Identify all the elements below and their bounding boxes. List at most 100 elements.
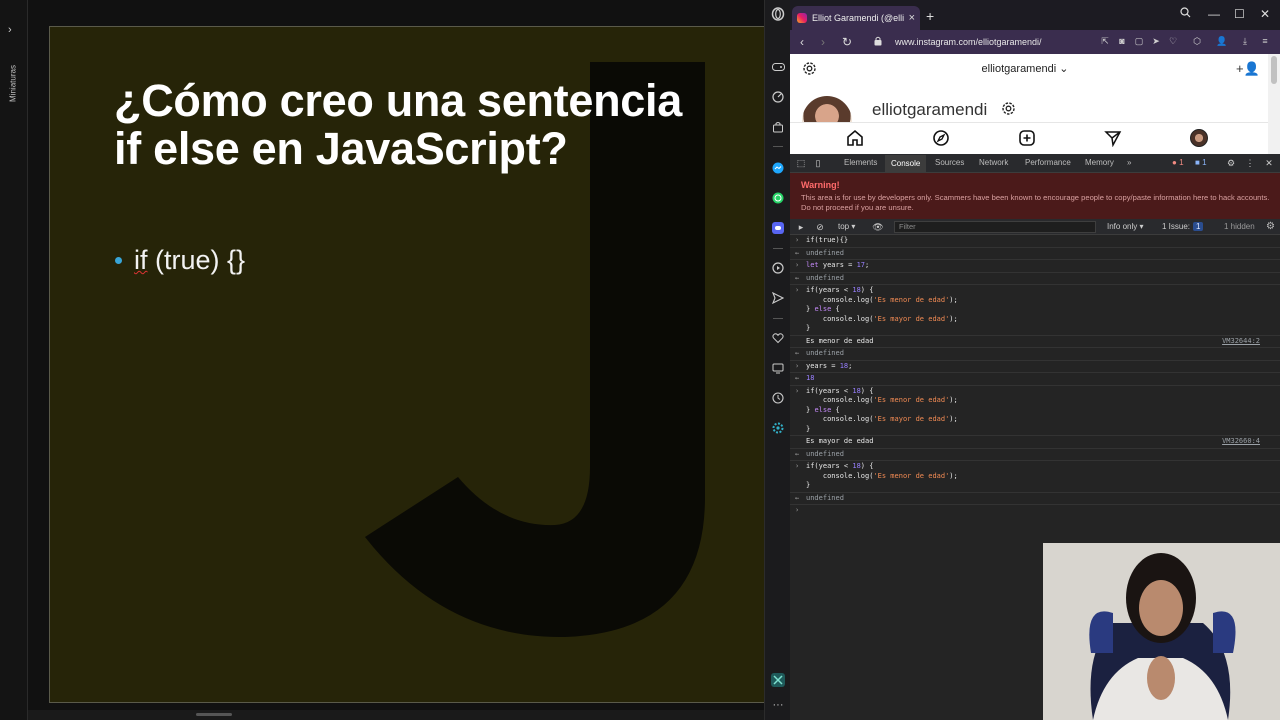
source-link[interactable]: VM32644:2 <box>1222 337 1260 347</box>
webcam-overlay <box>1043 543 1280 720</box>
explore-icon[interactable] <box>932 129 950 147</box>
new-tab-icon[interactable]: + <box>926 8 934 24</box>
settings-icon[interactable] <box>771 421 785 435</box>
tab-title: Elliot Garamendi (@elliotg… <box>812 13 904 23</box>
bullet-keyword: if <box>134 245 148 275</box>
devtools-tab-bar: ⬚ ▯ Elements Console Sources Network Per… <box>790 154 1280 173</box>
console-line-input: › if(true){} <box>790 235 1280 248</box>
error-count-badge[interactable]: ● 1 <box>1172 158 1184 167</box>
url-field[interactable]: www.instagram.com/elliotgaramendi/ <box>895 37 1042 47</box>
heart-icon[interactable] <box>771 331 785 345</box>
maximize-icon[interactable]: ☐ <box>1234 7 1245 21</box>
clear-console-icon[interactable]: ⊘ <box>814 221 826 233</box>
forward-icon[interactable]: › <box>821 35 825 49</box>
tab-performance[interactable]: Performance <box>1025 158 1071 167</box>
more-tabs-icon[interactable]: » <box>1127 158 1131 167</box>
devtools-close-icon[interactable]: ✕ <box>1263 157 1275 169</box>
devtools-menu-icon[interactable]: ⋮ <box>1244 157 1256 169</box>
messenger-icon[interactable] <box>771 161 785 175</box>
gamepad-icon[interactable] <box>771 60 785 74</box>
vpn-icon[interactable]: ▢ <box>1134 36 1144 46</box>
slide-title-line: ¿Cómo creo una sentencia <box>114 75 682 126</box>
download-icon[interactable]: ⤓ <box>1240 36 1250 46</box>
player-icon[interactable] <box>771 261 785 275</box>
discord-icon[interactable] <box>771 221 785 235</box>
extension-icon[interactable] <box>771 673 785 687</box>
message-count-badge[interactable]: ■ 1 <box>1195 158 1207 167</box>
filter-input[interactable]: Filter <box>894 221 1096 233</box>
result-arrow-icon: ← <box>795 449 800 458</box>
more-icon[interactable]: ··· <box>771 698 785 712</box>
scrollbar-thumb[interactable] <box>1271 56 1277 84</box>
profile-settings-icon[interactable] <box>1001 101 1016 116</box>
whatsapp-icon[interactable] <box>771 191 785 205</box>
live-expression-icon[interactable]: 👁 <box>872 221 884 233</box>
scrollbar-thumb[interactable] <box>196 713 232 716</box>
slide-title: ¿Cómo creo una sentencia if else en Java… <box>114 77 754 173</box>
devtools-settings-icon[interactable]: ⚙ <box>1225 157 1237 169</box>
slide-title-line: if else en JavaScript? <box>114 123 568 174</box>
send-page-icon[interactable]: ➤ <box>1151 36 1161 46</box>
instagram-page: elliotgaramendi ⌄ +👤 elliotgaramendi <box>790 54 1280 154</box>
back-icon[interactable]: ‹ <box>800 35 804 49</box>
tab-sources[interactable]: Sources <box>935 158 964 167</box>
result-arrow-icon: ← <box>795 248 800 257</box>
speed-dial-icon[interactable] <box>771 90 785 104</box>
console-line-input: › let years = 17; <box>790 260 1280 273</box>
tab-memory[interactable]: Memory <box>1085 158 1114 167</box>
horizontal-scrollbar[interactable] <box>28 710 764 720</box>
minimize-icon[interactable]: — <box>1208 7 1220 21</box>
cube-icon[interactable]: ⬡ <box>1192 36 1202 46</box>
reload-icon[interactable]: ↻ <box>842 35 852 49</box>
console-text: let years = 17; <box>806 261 870 269</box>
instagram-favicon-icon <box>797 13 807 23</box>
warning-text: This area is for use by developers only.… <box>801 193 1270 212</box>
history-icon[interactable] <box>771 391 785 405</box>
context-select[interactable]: top ▾ <box>838 222 855 231</box>
console-output[interactable]: › if(true){} ← undefined › let years = 17; ← un… <box>790 235 1280 535</box>
page-scrollbar[interactable] <box>1268 54 1280 154</box>
new-post-icon[interactable] <box>1018 129 1036 147</box>
shopping-bag-icon[interactable] <box>771 120 785 134</box>
close-window-icon[interactable]: ✕ <box>1260 7 1270 21</box>
console-line-result: ← undefined <box>790 449 1280 461</box>
source-link[interactable]: VM32660:4 <box>1222 437 1260 447</box>
console-line-result: ← undefined <box>790 248 1280 260</box>
sidebar-toggle-icon[interactable]: ▸ <box>795 221 807 233</box>
home-icon[interactable] <box>846 129 864 147</box>
camera-icon[interactable]: ◙ <box>1117 36 1127 46</box>
issues-button[interactable]: 1 Issue: 1 <box>1162 222 1204 231</box>
search-tabs-icon[interactable] <box>1180 7 1191 21</box>
add-user-icon[interactable]: +👤 <box>1236 61 1260 77</box>
prompt-chevron-icon: › <box>795 506 800 514</box>
monitor-icon[interactable] <box>771 361 785 375</box>
username-dropdown[interactable]: elliotgaramendi ⌄ <box>790 62 1260 75</box>
console-text: undefined <box>806 493 844 502</box>
close-tab-icon[interactable]: × <box>909 12 915 24</box>
console-line-result: ← undefined <box>790 273 1280 285</box>
profile-icon[interactable]: 👤 <box>1216 36 1227 46</box>
opera-logo-icon[interactable] <box>771 7 785 21</box>
log-levels-dropdown[interactable]: Info only ▾ <box>1107 222 1144 231</box>
menu-icon[interactable]: ≡ <box>1260 36 1270 46</box>
chevron-right-icon[interactable]: › <box>8 24 12 36</box>
result-arrow-icon: ← <box>795 349 800 357</box>
tab-console[interactable]: Console <box>885 155 927 172</box>
levels-label: Info only <box>1107 222 1138 231</box>
send-icon[interactable] <box>771 291 785 305</box>
share-icon[interactable]: ⇱ <box>1100 36 1110 46</box>
direct-icon[interactable] <box>1104 129 1122 147</box>
console-text: if(years < 18) { console.log('Es menor d… <box>806 286 958 332</box>
profile-avatar-icon[interactable] <box>1190 129 1208 147</box>
thumbnails-panel: › Miniaturas <box>0 0 28 720</box>
console-settings-icon[interactable]: ⚙ <box>1266 221 1275 232</box>
tab-instagram[interactable]: Elliot Garamendi (@elliotg… × <box>792 6 920 30</box>
console-text: if(years < 18) { console.log('Es menor d… <box>806 386 958 433</box>
bookmark-heart-icon[interactable]: ♡ <box>1168 36 1178 46</box>
inspect-icon[interactable]: ⬚ <box>795 157 807 169</box>
device-toolbar-icon[interactable]: ▯ <box>812 157 824 169</box>
tab-elements[interactable]: Elements <box>844 158 877 167</box>
slide-canvas[interactable]: ¿Cómo creo una sentencia if else en Java… <box>49 26 765 703</box>
tab-network[interactable]: Network <box>979 158 1008 167</box>
thumbnails-label[interactable]: Miniaturas <box>9 49 18 119</box>
